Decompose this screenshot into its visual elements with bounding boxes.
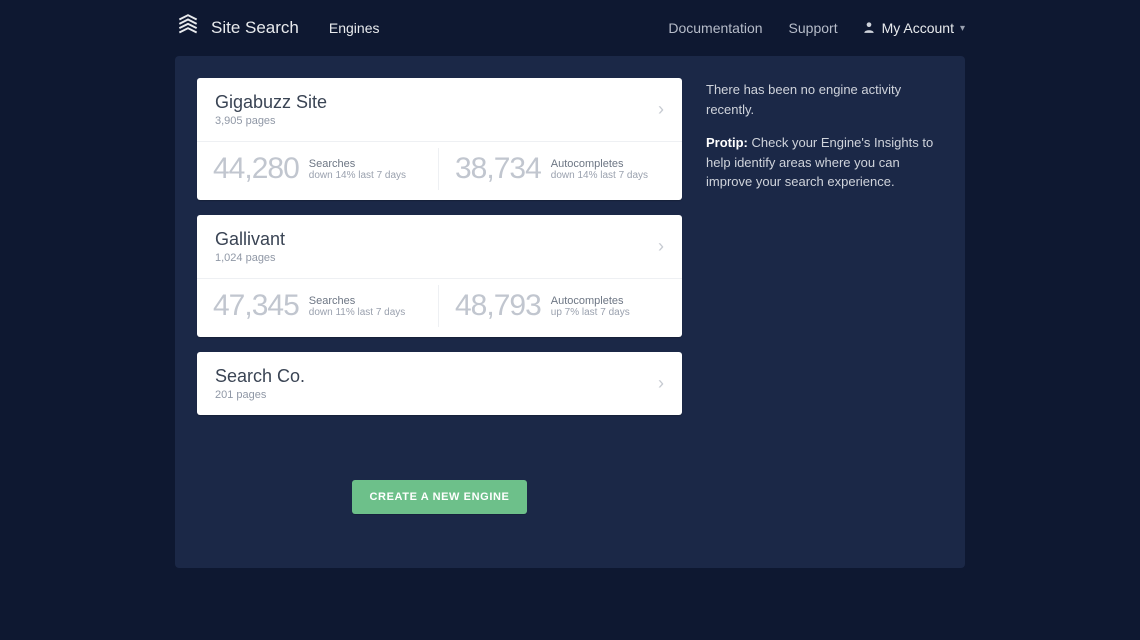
stat-label: Searches: [309, 295, 406, 307]
protip-label: Protip:: [706, 135, 748, 150]
engine-header[interactable]: Gigabuzz Site 3,905 pages ›: [197, 78, 682, 141]
engine-name: Search Co.: [215, 366, 305, 387]
stat-label: Autocompletes: [551, 158, 648, 170]
topbar: Site Search Engines Documentation Suppor…: [0, 0, 1140, 56]
engines-list: Gigabuzz Site 3,905 pages › 44,280 Searc…: [197, 78, 682, 546]
stat-value: 47,345: [213, 289, 299, 323]
stat-value: 48,793: [455, 289, 541, 323]
engine-name: Gallivant: [215, 229, 285, 250]
account-menu[interactable]: My Account ▾: [862, 20, 965, 37]
protip-text: Protip: Check your Engine's Insights to …: [706, 133, 943, 192]
stat-searches: 44,280 Searches down 14% last 7 days: [207, 148, 430, 190]
chevron-right-icon: ›: [658, 373, 664, 394]
stat-autocompletes: 38,734 Autocompletes down 14% last 7 day…: [438, 148, 672, 190]
engine-stats: 47,345 Searches down 11% last 7 days 48,…: [197, 278, 682, 337]
stat-value: 38,734: [455, 152, 541, 186]
chevron-right-icon: ›: [658, 236, 664, 257]
content-panel: Gigabuzz Site 3,905 pages › 44,280 Searc…: [175, 56, 965, 568]
stat-trend: up 7% last 7 days: [551, 307, 630, 318]
topbar-left: Site Search Engines: [175, 13, 381, 44]
engine-pages: 1,024 pages: [215, 252, 285, 264]
nav-engines[interactable]: Engines: [327, 14, 382, 42]
engine-header[interactable]: Search Co. 201 pages ›: [197, 352, 682, 415]
create-engine-button[interactable]: CREATE A NEW ENGINE: [352, 480, 528, 514]
nav-support[interactable]: Support: [787, 14, 840, 42]
brand-name: Site Search: [211, 18, 299, 38]
engine-pages: 3,905 pages: [215, 115, 327, 127]
stat-label: Autocompletes: [551, 295, 630, 307]
side-panel: There has been no engine activity recent…: [706, 78, 943, 546]
stat-value: 44,280: [213, 152, 299, 186]
create-row: CREATE A NEW ENGINE: [197, 480, 682, 514]
engine-stats: 44,280 Searches down 14% last 7 days 38,…: [197, 141, 682, 200]
logo[interactable]: Site Search: [175, 13, 299, 44]
engine-card: Gigabuzz Site 3,905 pages › 44,280 Searc…: [197, 78, 682, 200]
stat-label: Searches: [309, 158, 406, 170]
engine-header[interactable]: Gallivant 1,024 pages ›: [197, 215, 682, 278]
stat-trend: down 11% last 7 days: [309, 307, 406, 318]
stat-autocompletes: 48,793 Autocompletes up 7% last 7 days: [438, 285, 672, 327]
chevron-right-icon: ›: [658, 99, 664, 120]
stat-trend: down 14% last 7 days: [309, 170, 406, 181]
engine-card: Search Co. 201 pages ›: [197, 352, 682, 415]
engine-pages: 201 pages: [215, 389, 305, 401]
stat-trend: down 14% last 7 days: [551, 170, 648, 181]
user-icon: [862, 20, 876, 37]
nav-documentation[interactable]: Documentation: [666, 14, 764, 42]
topbar-right: Documentation Support My Account ▾: [666, 14, 965, 42]
no-activity-text: There has been no engine activity recent…: [706, 80, 943, 119]
stat-searches: 47,345 Searches down 11% last 7 days: [207, 285, 430, 327]
chevron-down-icon: ▾: [960, 23, 965, 34]
account-label: My Account: [882, 20, 954, 36]
engine-name: Gigabuzz Site: [215, 92, 327, 113]
logo-icon: [175, 13, 201, 44]
engine-card: Gallivant 1,024 pages › 47,345 Searches …: [197, 215, 682, 337]
